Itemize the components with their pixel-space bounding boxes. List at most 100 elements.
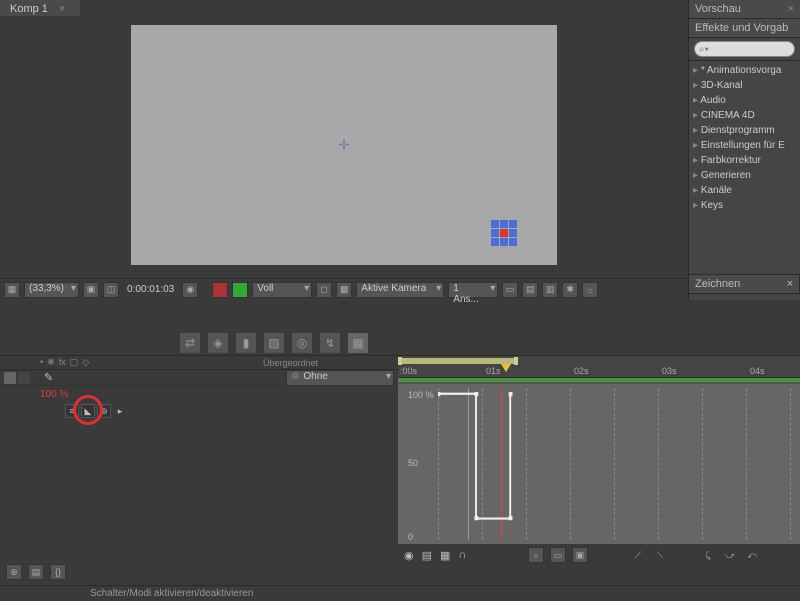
comp-mini-flowchart-icon[interactable]: ⇄ [180, 333, 200, 353]
timeline-bottom-switches: ⊕ ▤ {} [0, 563, 66, 581]
transparency-grid-icon[interactable]: ▩ [336, 282, 352, 298]
snapshot-icon[interactable]: ◉ [182, 282, 198, 298]
layer-column-header: • ❋ fx ▢ ◇ Übergeordnet [0, 356, 398, 370]
show-transform-box-icon[interactable]: ▭ [550, 547, 566, 563]
switch-icon[interactable]: {} [50, 564, 66, 580]
frame-blend-icon[interactable]: ▮ [236, 333, 256, 353]
3d-column-icon: ◇ [82, 357, 89, 368]
easy-ease-in-icon[interactable]: ⤹ [700, 547, 716, 563]
layer-row[interactable]: ✎ ⊚Ohne [0, 370, 398, 386]
switch-icon[interactable]: ▤ [28, 564, 44, 580]
fast-previews-icon[interactable]: ▤ [522, 282, 538, 298]
expression-field-icon[interactable]: ▸ [113, 404, 127, 418]
effects-panel-tab[interactable]: Effekte und Vorgab [689, 19, 800, 38]
mask-toggle-icon[interactable]: ◫ [103, 282, 119, 298]
status-hint: Schalter/Modi aktivieren/deaktivieren [90, 588, 253, 599]
close-icon[interactable]: × [788, 3, 794, 15]
linear-icon[interactable]: ⟍ [652, 547, 668, 563]
channel-r-icon[interactable] [212, 282, 228, 298]
show-graph-icon[interactable]: ◣ [81, 404, 95, 418]
expression-toggle-icon[interactable]: ≡ [65, 404, 79, 418]
graph-editor-toggle-icon[interactable]: ↯ [320, 333, 340, 353]
time-ruler[interactable]: :00s 01s 02s 03s 04s [398, 356, 800, 378]
effects-search-row [689, 38, 800, 61]
effects-category[interactable]: Audio [689, 93, 800, 108]
reset-exposure-icon[interactable]: ☼ [582, 282, 598, 298]
graph-y-label: 100 % [408, 390, 434, 400]
current-time-indicator[interactable] [501, 364, 511, 376]
graph-options-icon[interactable]: ▤ [422, 549, 432, 562]
link-icon[interactable]: ⊚ [97, 404, 111, 418]
status-bar: Schalter/Modi aktivieren/deaktivieren [0, 585, 800, 600]
value-graph-curve[interactable] [438, 392, 514, 522]
auto-bezier-icon[interactable]: ⟋ [630, 547, 646, 563]
close-icon[interactable]: × [787, 278, 793, 290]
eye-icon[interactable]: ◉ [404, 549, 414, 562]
graph-y-label: 0 [408, 532, 413, 542]
grid-toggle-icon[interactable]: ▦ [4, 282, 20, 298]
draft-3d-icon[interactable]: ◈ [208, 333, 228, 353]
flowchart-icon[interactable]: ✱ [562, 282, 578, 298]
cached-preview-bar [398, 378, 800, 382]
anchor-point-icon: ✛ [338, 137, 350, 154]
effects-category[interactable]: Dienstprogramm [689, 123, 800, 138]
effects-category[interactable]: Keys [689, 198, 800, 213]
shy-column-icon: • [40, 357, 43, 368]
property-value[interactable]: 100 % [40, 389, 68, 400]
composition-canvas[interactable]: ✛ [131, 25, 557, 265]
solo-icon[interactable] [18, 372, 30, 384]
current-time-display[interactable]: 0:00:01:03 [123, 284, 178, 295]
effects-tree: * Animationsvorga 3D-Kanal Audio CINEMA … [689, 61, 800, 215]
time-tick: :00s [400, 366, 417, 376]
viewer-toolbar: ▦ (33,3%) ▣ ◫ 0:00:01:03 ◉ Voll ◻ ▩ Akti… [0, 278, 688, 300]
views-dropdown[interactable]: 1 Ans... [448, 282, 498, 298]
camera-dropdown[interactable]: Aktive Kamera [356, 282, 444, 298]
graph-set-icon[interactable]: ▦ [440, 549, 450, 562]
pixel-aspect-icon[interactable]: ▭ [502, 282, 518, 298]
zoom-dropdown[interactable]: (33,3%) [24, 282, 79, 298]
choose-graph-type-icon[interactable]: ⌕ [528, 547, 544, 563]
audio-icon[interactable]: ∩ [458, 549, 466, 561]
work-area-bar[interactable] [400, 358, 516, 364]
draw-panel-tab[interactable]: Zeichnen × [688, 274, 800, 294]
snap-icon[interactable]: ▣ [572, 547, 588, 563]
work-area-end-handle[interactable] [514, 357, 518, 365]
graph-editor[interactable]: 100 % 50 0 [398, 384, 800, 544]
roi-icon[interactable]: ◻ [316, 282, 332, 298]
parent-dropdown[interactable]: ⊚Ohne [286, 370, 394, 386]
blend-column-icon: ▢ [70, 357, 79, 368]
effects-search-input[interactable] [694, 41, 795, 57]
selected-layer-shape[interactable] [491, 220, 517, 246]
easy-ease-icon[interactable]: ⤻ [722, 547, 738, 563]
graph-y-label: 50 [408, 458, 418, 468]
time-tick: 02s [574, 366, 589, 376]
av-column-icon: ❋ [47, 357, 55, 368]
time-tick: 01s [486, 366, 501, 376]
close-icon[interactable]: × [59, 3, 65, 15]
motion-blur-icon[interactable]: ▨ [264, 333, 284, 353]
effects-category[interactable]: Farbkorrektur [689, 153, 800, 168]
effects-category[interactable]: 3D-Kanal [689, 78, 800, 93]
property-row[interactable]: 100 % [0, 386, 398, 402]
right-panel-stack: Vorschau × Effekte und Vorgab * Animatio… [688, 0, 800, 300]
switch-icon[interactable]: ⊕ [6, 564, 22, 580]
preview-panel-tab[interactable]: Vorschau × [689, 0, 800, 19]
graph-editor-active-icon[interactable]: ▦ [348, 333, 368, 353]
composition-viewer: ✛ [0, 16, 688, 274]
time-tick: 04s [750, 366, 765, 376]
effects-category[interactable]: * Animationsvorga [689, 63, 800, 78]
brain-icon[interactable]: ◎ [292, 333, 312, 353]
composition-tab-label: Komp 1 [10, 3, 48, 15]
timeline-toolbar: ⇄ ◈ ▮ ▨ ◎ ↯ ▦ [0, 330, 800, 356]
effects-category[interactable]: CINEMA 4D [689, 108, 800, 123]
safe-zones-icon[interactable]: ▣ [83, 282, 99, 298]
resolution-dropdown[interactable]: Voll [252, 282, 312, 298]
layer-color-swatch[interactable] [4, 372, 16, 384]
effects-category[interactable]: Generieren [689, 168, 800, 183]
effects-category[interactable]: Einstellungen für E [689, 138, 800, 153]
work-area-start-handle[interactable] [398, 357, 402, 365]
easy-ease-out-icon[interactable]: ⤺ [744, 547, 760, 563]
effects-category[interactable]: Kanäle [689, 183, 800, 198]
channel-g-icon[interactable] [232, 282, 248, 298]
timeline-button-icon[interactable]: ▥ [542, 282, 558, 298]
